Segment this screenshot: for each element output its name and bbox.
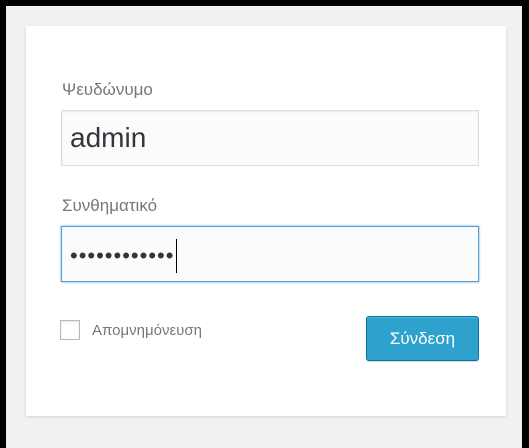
password-label: Συνθηματικό xyxy=(62,196,158,215)
password-masked-value: •••••••••••• xyxy=(70,242,175,268)
password-field[interactable]: •••••••••••• xyxy=(61,226,479,282)
login-form: Ψευδώνυμο admin Συνθηματικό ••••••••••••… xyxy=(26,26,506,416)
remember-checkbox[interactable] xyxy=(60,320,80,340)
page-background: Ψευδώνυμο admin Συνθηματικό ••••••••••••… xyxy=(6,6,522,448)
remember-me[interactable]: Απομνημόνευση xyxy=(60,320,202,340)
username-label: Ψευδώνυμο xyxy=(62,80,153,99)
username-field[interactable]: admin xyxy=(61,110,479,166)
login-button[interactable]: Σύνδεση xyxy=(366,316,479,361)
remember-label[interactable]: Απομνημόνευση xyxy=(92,322,202,339)
username-value: admin xyxy=(70,122,147,153)
text-caret xyxy=(176,238,178,273)
